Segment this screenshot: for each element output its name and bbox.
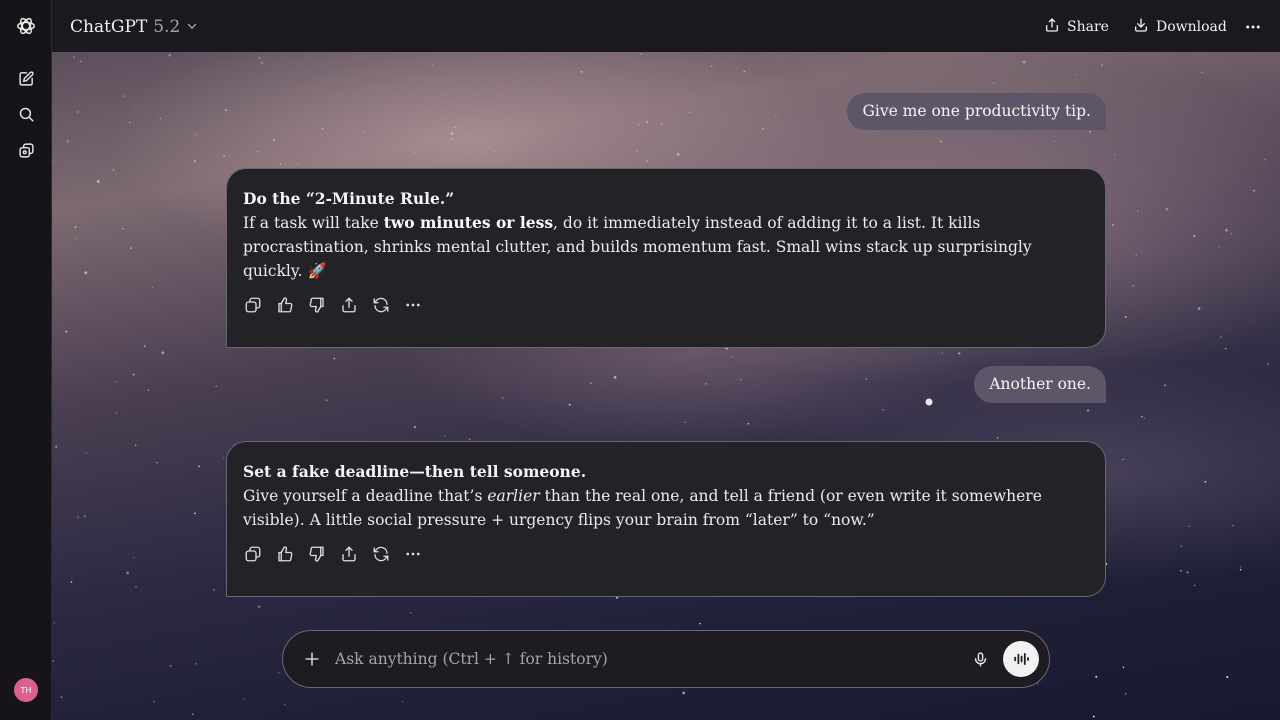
share-icon[interactable] [339, 295, 359, 315]
model-name: ChatGPT [70, 17, 148, 37]
voice-mode-icon[interactable] [1003, 641, 1039, 677]
more-icon[interactable] [403, 295, 423, 315]
add-attachment-icon[interactable] [301, 648, 323, 670]
prompt-input[interactable] [335, 643, 955, 675]
avatar[interactable]: TH [14, 678, 38, 702]
new-chat-icon[interactable] [13, 65, 39, 91]
download-label: Download [1156, 19, 1227, 35]
thumbs-up-icon[interactable] [275, 295, 295, 315]
user-message: Another one. [974, 366, 1106, 403]
openai-logo-icon[interactable] [13, 13, 39, 39]
thumbs-up-icon[interactable] [275, 544, 295, 564]
assistant-message-title: Do the “2-Minute Rule.” [243, 189, 455, 208]
composer [282, 630, 1050, 688]
download-button[interactable]: Download [1133, 16, 1227, 38]
chevron-down-icon [186, 17, 198, 37]
more-options-icon[interactable] [1244, 16, 1262, 38]
library-icon[interactable] [13, 137, 39, 163]
download-icon [1133, 17, 1149, 37]
assistant-message-body: If a task will take two minutes or less,… [243, 211, 1089, 283]
sidebar: TH [0, 0, 52, 720]
conversation: Give me one productivity tip. Do the “2-… [52, 52, 1280, 720]
microphone-icon[interactable] [969, 648, 991, 670]
share-icon[interactable] [339, 544, 359, 564]
regenerate-icon[interactable] [371, 544, 391, 564]
italic-span: earlier [487, 487, 540, 505]
text-span: If a task will take [243, 214, 384, 232]
user-message: Give me one productivity tip. [847, 93, 1106, 130]
thumbs-down-icon[interactable] [307, 295, 327, 315]
search-icon[interactable] [13, 101, 39, 127]
share-button[interactable]: Share [1044, 16, 1109, 38]
thumbs-down-icon[interactable] [307, 544, 327, 564]
top-bar: ChatGPT 5.2 Share Download [52, 0, 1280, 52]
assistant-message: Do the “2-Minute Rule.” If a task will t… [226, 168, 1106, 348]
text-span: Give yourself a deadline that’s [243, 487, 488, 505]
regenerate-icon[interactable] [371, 295, 391, 315]
assistant-message-body: Give yourself a deadline that’s earlier … [243, 484, 1089, 532]
model-version: 5.2 [153, 17, 181, 37]
user-message-text: Give me one productivity tip. [862, 102, 1091, 120]
message-actions [243, 295, 1089, 347]
bold-span: two minutes or less [383, 213, 554, 232]
rocket-emoji: 🚀 [307, 262, 327, 280]
share-label: Share [1067, 19, 1109, 35]
message-actions [243, 544, 1089, 596]
user-message-text: Another one. [989, 375, 1091, 393]
assistant-message: Set a fake deadline—then tell someone. G… [226, 441, 1106, 597]
share-icon [1044, 17, 1060, 37]
assistant-message-title: Set a fake deadline—then tell someone. [243, 462, 587, 481]
more-icon[interactable] [403, 544, 423, 564]
model-selector[interactable]: ChatGPT 5.2 [70, 15, 198, 39]
copy-icon[interactable] [243, 295, 263, 315]
copy-icon[interactable] [243, 544, 263, 564]
